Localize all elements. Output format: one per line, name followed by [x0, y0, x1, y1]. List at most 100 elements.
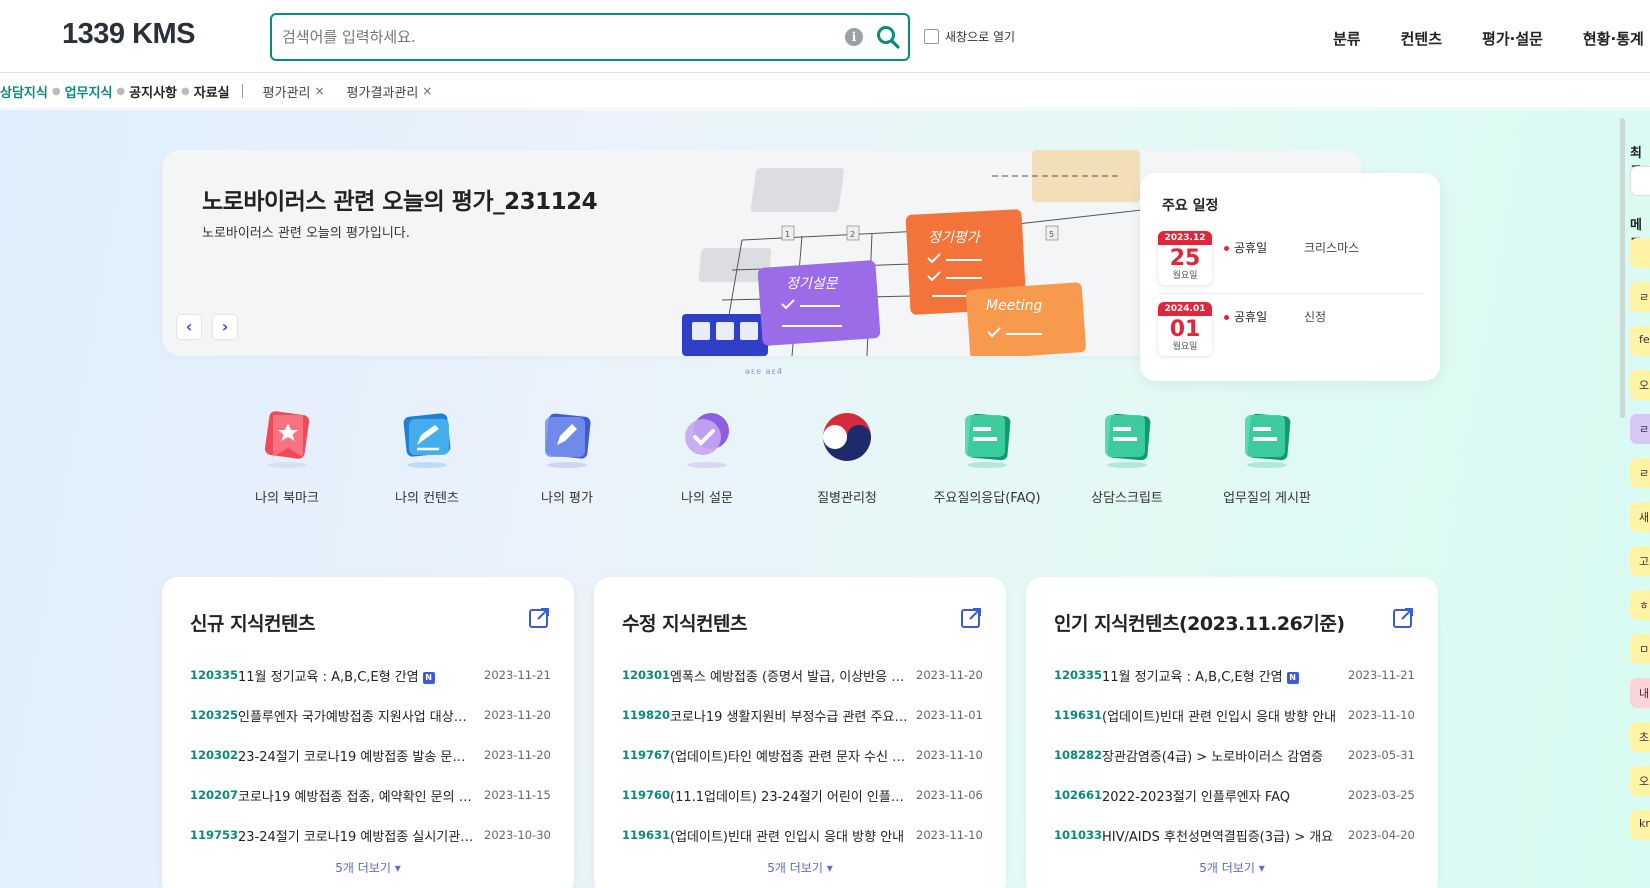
external-link-icon[interactable]	[1392, 607, 1414, 629]
script-icon	[1105, 413, 1151, 468]
memo-chip[interactable]	[1630, 238, 1650, 268]
memo-chip[interactable]: ㅎ	[1630, 590, 1650, 620]
open-tab-eval-manage[interactable]: 평가관리 ×	[263, 82, 325, 101]
content-id: 101033	[1054, 828, 1103, 842]
close-icon[interactable]: ×	[314, 84, 324, 98]
quick-script[interactable]: 상담스크립트	[1062, 405, 1192, 506]
search-input[interactable]	[282, 23, 822, 51]
list-item[interactable]: 120301 엠폭스 예방접종 (증명서 발급, 이상반응 신고) 2023-11-…	[622, 655, 983, 695]
show-more-button[interactable]: 5개 더보기 ▾	[162, 859, 574, 876]
list-item[interactable]: 119760 (11.1업데이트) 23-24절기 어린이 인플루엔자 2023-1…	[622, 775, 983, 815]
banner-next-button[interactable]: ›	[212, 314, 238, 340]
gnb-content[interactable]: 컨텐츠	[1401, 28, 1442, 49]
list-item[interactable]: 120325 인플루엔자 국가예방접종 지원사업 대상자 안내 2023-11-20	[190, 695, 551, 735]
calendar-day: 25	[1169, 246, 1201, 271]
external-link-icon[interactable]	[960, 607, 982, 629]
schedule-item[interactable]: 2024.01 01 월요일 공휴일 신정	[1158, 293, 1422, 356]
schedule-name: 크리스마스	[1304, 241, 1360, 255]
calendar-year-month: 2024.01	[1158, 302, 1212, 316]
memo-chip[interactable]: 내	[1630, 678, 1650, 708]
content-date: 2023-11-01	[916, 708, 983, 722]
content-title: 11월 정기교육 : A,B,C,E형 간염 N	[1102, 666, 1348, 685]
content-id: 120301	[622, 668, 671, 682]
quick-label: 나의 설문	[681, 491, 733, 506]
banner-title[interactable]: 노로바이러스 관련 오늘의 평가_231124	[202, 182, 598, 216]
content-id: 119820	[622, 708, 671, 722]
memo-chip[interactable]: ㅁ	[1630, 634, 1650, 664]
list-item[interactable]: 120302 23-24절기 코로나19 예방접종 발송 문자 안내 2023-11…	[190, 735, 551, 775]
memo-chip[interactable]	[1630, 166, 1650, 196]
list-item[interactable]: 108282 장관감염증(4급) > 노로바이러스 감염증 2023-05-31	[1054, 735, 1415, 775]
memo-chip[interactable]: ㄹ	[1630, 282, 1650, 312]
content-title-text: 11월 정기교육 : A,B,C,E형 간염	[238, 669, 419, 685]
my-survey-icon	[685, 413, 729, 468]
quick-label: 주요질의응답(FAQ)	[933, 491, 1041, 506]
memo-chip[interactable]: 새	[1630, 502, 1650, 532]
content-title: 23-24절기 코로나19 예방접종 실시기관 안내	[238, 829, 484, 845]
new-window-checkbox[interactable]	[924, 29, 939, 44]
list-item[interactable]: 120335 11월 정기교육 : A,B,C,E형 간염 N 2023-11-21	[190, 655, 551, 695]
content-id: 120335	[190, 668, 239, 682]
list-item[interactable]: 102661 2022-2023절기 인플루엔자 FAQ 2023-03-25	[1054, 775, 1415, 815]
info-icon[interactable]: i	[845, 28, 863, 46]
list-item[interactable]: 120335 11월 정기교육 : A,B,C,E형 간염 N 2023-11-21	[1054, 655, 1415, 695]
content-date: 2023-04-20	[1348, 828, 1415, 842]
quick-board[interactable]: 업무질의 게시판	[1202, 405, 1332, 506]
memo-chip[interactable]: 오	[1630, 370, 1650, 400]
content-title-text: 11월 정기교육 : A,B,C,E형 간염	[1102, 669, 1283, 685]
content-date: 2023-05-31	[1348, 748, 1415, 762]
list-item[interactable]: 120207 코로나19 예방접종 접종, 예약확인 문의 응대 2023-11-1…	[190, 775, 551, 815]
content-title: 11월 정기교육 : A,B,C,E형 간염 N	[238, 666, 484, 685]
subnav-notice[interactable]: 공지사항	[129, 82, 177, 101]
content-title: 인플루엔자 국가예방접종 지원사업 대상자 안내	[238, 709, 484, 725]
subnav-work-knowledge[interactable]: 업무지식	[65, 82, 113, 101]
gnb-status-stats[interactable]: 현황·통계	[1583, 28, 1644, 49]
close-icon[interactable]: ×	[422, 84, 432, 98]
content-title: (11.1업데이트) 23-24절기 어린이 인플루엔자	[670, 789, 916, 805]
gnb-category[interactable]: 분류	[1333, 28, 1361, 49]
memo-chip[interactable]: 초	[1630, 722, 1650, 752]
grid-number-1: 1	[785, 230, 790, 239]
quick-my-evaluation[interactable]: 나의 평가	[502, 405, 632, 506]
quick-my-content[interactable]: 나의 컨텐츠	[362, 405, 492, 506]
memo-chip[interactable]: 오	[1630, 766, 1650, 796]
quick-faq[interactable]: 주요질의응답(FAQ)	[922, 405, 1052, 506]
grid-number-2: 2	[850, 230, 855, 239]
memo-chip[interactable]: 고	[1630, 546, 1650, 576]
external-link-icon[interactable]	[528, 607, 550, 629]
show-more-button[interactable]: 5개 더보기 ▾	[594, 859, 1006, 876]
quick-my-survey[interactable]: 나의 설문	[642, 405, 772, 506]
show-more-button[interactable]: 5개 더보기 ▾	[1026, 859, 1438, 876]
subnav-archive[interactable]: 자료실	[194, 82, 230, 101]
gnb-evaluation-survey[interactable]: 평가·설문	[1482, 28, 1543, 49]
memo-chip[interactable]: fe	[1630, 326, 1650, 356]
my-content-icon	[403, 413, 451, 468]
list-item[interactable]: 119631 (업데이트)빈대 관련 인입시 응대 방향 안내 2023-11-10	[622, 815, 983, 855]
schedule-title: 주요 일정	[1162, 198, 1219, 214]
memo-chip[interactable]: ㄹ	[1630, 458, 1650, 488]
card-title: 신규 지식컨텐츠	[190, 613, 315, 635]
logo[interactable]: 1339 KMS	[62, 18, 196, 51]
quick-label: 나의 북마크	[255, 491, 319, 506]
list-item[interactable]: 119753 23-24절기 코로나19 예방접종 실시기관 안내 2023-10-…	[190, 815, 551, 855]
banner-prev-button[interactable]: ‹	[176, 314, 202, 340]
list-item[interactable]: 119767 (업데이트)타인 예방접종 관련 문자 수신 안내 2023-11-1…	[622, 735, 983, 775]
schedule-item[interactable]: 2023.12 25 월요일 공휴일 크리스마스	[1158, 231, 1422, 293]
quick-bookmark[interactable]: 나의 북마크	[222, 405, 352, 506]
list-item[interactable]: 119820 코로나19 생활지원비 부정수급 관련 주요 문의 2023-11-0…	[622, 695, 983, 735]
new-window-option[interactable]: 새창으로 열기	[924, 28, 1015, 45]
banner-subtitle: 노로바이러스 관련 오늘의 평가입니다.	[202, 226, 410, 241]
subnav-counsel-knowledge[interactable]: 상담지식	[0, 82, 48, 101]
banner-pager[interactable]: ǝɛɐ ǝɛ4	[745, 367, 783, 376]
content-date: 2023-11-06	[916, 788, 983, 802]
list-item[interactable]: 101033 HIV/AIDS 후천성면역결핍증(3급) > 개요 2023-04-…	[1054, 815, 1415, 855]
memo-chip[interactable]: ㄹ	[1630, 414, 1650, 444]
new-content-card: 신규 지식컨텐츠 120335 11월 정기교육 : A,B,C,E형 간염 N 20…	[162, 577, 574, 888]
memo-chip[interactable]: kr	[1630, 810, 1650, 840]
subnav-dot: ●	[181, 85, 190, 97]
quick-kdca[interactable]: 질병관리청	[782, 405, 912, 506]
open-tab-eval-result[interactable]: 평가결과관리 ×	[347, 82, 433, 101]
search-icon[interactable]	[872, 21, 904, 53]
side-scrollbar[interactable]	[1620, 118, 1625, 418]
list-item[interactable]: 119631 (업데이트)빈대 관련 인입시 응대 방향 안내 2023-11-10	[1054, 695, 1415, 735]
